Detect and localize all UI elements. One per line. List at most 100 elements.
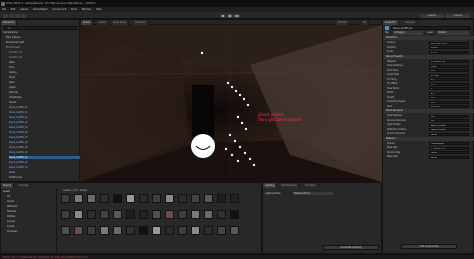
tab-lighting[interactable]: Lighting	[263, 183, 278, 188]
asset-thumbnail[interactable]	[178, 210, 187, 219]
hierarchy-item[interactable]: Pipes	[9, 81, 83, 84]
project-breadcrumb[interactable]: Assets > Art > Decals	[63, 189, 87, 192]
component-header[interactable]: Transform	[383, 36, 474, 40]
hierarchy-item[interactable]: Main Camera	[6, 36, 80, 39]
component-header[interactable]: Material	[383, 136, 474, 141]
property-value-field[interactable]: Blend Probes	[429, 128, 469, 131]
asset-thumbnail[interactable]	[191, 210, 200, 219]
property-value-field[interactable]: 1	[429, 87, 469, 90]
asset-thumbnail[interactable]	[217, 194, 226, 203]
component-header[interactable]: Decal Projector	[383, 54, 474, 59]
asset-thumbnail[interactable]	[191, 194, 200, 203]
hierarchy-item[interactable]: Ceiling	[9, 71, 83, 74]
property-value-field[interactable]: 1 1 1	[429, 50, 469, 54]
property-value-field[interactable]: T_Graffiti_11	[429, 146, 469, 150]
property-value-field[interactable]: 1 1	[429, 78, 469, 81]
tab-project[interactable]: Project	[1, 183, 14, 188]
asset-thumbnail[interactable]	[165, 226, 174, 235]
asset-thumbnail[interactable]	[126, 210, 135, 219]
menu-item-edit[interactable]: Edit	[11, 8, 16, 11]
menu-item-help[interactable]: Help	[96, 8, 101, 11]
property-value-field[interactable]: 0.5	[429, 100, 469, 104]
menu-item-component[interactable]: Component	[52, 8, 66, 11]
hierarchy-item[interactable]: Decal_Graffiti_08	[9, 141, 83, 144]
menu-item-gameobject[interactable]: GameObject	[33, 8, 48, 11]
asset-thumbnail[interactable]	[152, 226, 161, 235]
hierarchy-item[interactable]: SampleScene	[3, 31, 77, 34]
hierarchy-item[interactable]: Corridor_02	[9, 56, 83, 59]
asset-thumbnail[interactable]	[230, 226, 239, 235]
project-folder[interactable]: Materials	[7, 205, 17, 208]
asset-thumbnail[interactable]	[230, 210, 239, 219]
hierarchy-item[interactable]: Lights	[9, 86, 83, 89]
scene-viewport[interactable]: ghost probes they get taken places	[80, 25, 382, 182]
property-value-field[interactable]: 0.8	[429, 96, 469, 99]
asset-thumbnail[interactable]	[217, 210, 226, 219]
hierarchy-item[interactable]: Decal_Graffiti_09	[9, 146, 83, 149]
hierarchy-item[interactable]: Decal_Graffiti_06	[9, 131, 83, 134]
project-folder[interactable]: Scripts	[7, 225, 14, 228]
asset-thumbnail[interactable]	[74, 210, 83, 219]
asset-thumbnail[interactable]	[139, 194, 148, 203]
hierarchy-item[interactable]: Corridor_01	[9, 51, 83, 54]
asset-thumbnail[interactable]	[178, 226, 187, 235]
menu-item-window[interactable]: Window	[82, 8, 91, 11]
property-value-field[interactable]: 0 0 0.25	[429, 105, 469, 108]
asset-thumbnail[interactable]	[87, 210, 96, 219]
asset-thumbnail[interactable]	[204, 194, 213, 203]
step-button[interactable]	[234, 13, 240, 18]
tab-services[interactable]: Services	[403, 20, 418, 25]
hierarchy-item[interactable]: Decal_Graffiti_13	[9, 166, 83, 169]
property-value-field[interactable]: 1.2	[429, 91, 469, 95]
asset-thumbnail[interactable]	[217, 226, 226, 235]
tab-console[interactable]: Console	[17, 183, 32, 188]
asset-thumbnail[interactable]	[74, 226, 83, 235]
lighting-mode-dropdown[interactable]: Baked Indirect	[293, 191, 333, 195]
hierarchy-item[interactable]: Decal_Graffiti_05	[9, 126, 83, 129]
hierarchy-item[interactable]: Particles	[9, 91, 83, 94]
asset-thumbnail[interactable]	[165, 210, 174, 219]
property-value-field[interactable]: 0 90 0	[429, 46, 469, 49]
hierarchy-item[interactable]: Decal_Graffiti_07	[9, 136, 83, 139]
asset-thumbnail[interactable]	[126, 194, 135, 203]
generate-lighting-button[interactable]: Generate Lighting	[323, 245, 379, 250]
project-folder[interactable]: Scenes	[7, 220, 15, 223]
asset-thumbnail[interactable]	[87, 194, 96, 203]
hierarchy-item[interactable]: Floor	[9, 66, 83, 69]
play-button[interactable]	[220, 13, 226, 18]
project-folder[interactable]: Textures	[7, 210, 16, 213]
tab-light-explorer[interactable]: Light Explorer	[279, 183, 301, 188]
hierarchy-item[interactable]: Environment	[6, 46, 80, 49]
hierarchy-item[interactable]: Decal_Graffiti_03	[9, 116, 83, 119]
property-value-field[interactable]: On	[429, 119, 469, 122]
rotate-tool-button[interactable]	[15, 13, 20, 18]
hierarchy-item[interactable]: GhostProbe	[9, 96, 83, 99]
menu-item-tools[interactable]: Tools	[71, 8, 77, 11]
hierarchy-item[interactable]: Decal_Graffiti_10	[9, 151, 83, 154]
hierarchy-item[interactable]: PostProcess	[9, 176, 83, 179]
layers-dropdown[interactable]: Layers	[420, 13, 444, 18]
asset-thumbnail[interactable]	[152, 194, 161, 203]
hierarchy-item[interactable]: Decal_Graffiti_11	[9, 156, 83, 159]
hierarchy-item[interactable]: Props	[9, 76, 83, 79]
asset-thumbnail[interactable]	[113, 194, 122, 203]
status-bar-error[interactable]: Shader error in 'Hidden/Decal': redefini…	[0, 254, 474, 259]
project-folder[interactable]: Packages	[7, 230, 17, 233]
tab-hierarchy[interactable]: Hierarchy	[1, 20, 18, 25]
hierarchy-item[interactable]: Decal_Graffiti_12	[9, 161, 83, 164]
property-value-field[interactable]: 0 0	[429, 82, 469, 86]
asset-thumbnail[interactable]	[191, 226, 200, 235]
hierarchy-item[interactable]: Decal_Graffiti_04	[9, 121, 83, 124]
object-name-field[interactable]: Decal_Graffiti_11	[391, 26, 471, 30]
pause-button[interactable]	[227, 13, 233, 18]
property-value-field[interactable]: 0.9	[429, 69, 469, 72]
scale-tool-button[interactable]	[21, 13, 26, 18]
hierarchy-item[interactable]: Audio	[9, 171, 83, 174]
asset-thumbnail[interactable]	[204, 226, 213, 235]
layout-dropdown[interactable]: Layout	[446, 13, 470, 18]
menu-item-file[interactable]: File	[2, 8, 6, 11]
menu-item-assets[interactable]: Assets	[20, 8, 28, 11]
asset-thumbnail[interactable]	[87, 226, 96, 235]
property-value-field[interactable]: HDRP/Decal	[429, 142, 469, 145]
hierarchy-item[interactable]: Decals	[9, 101, 83, 104]
